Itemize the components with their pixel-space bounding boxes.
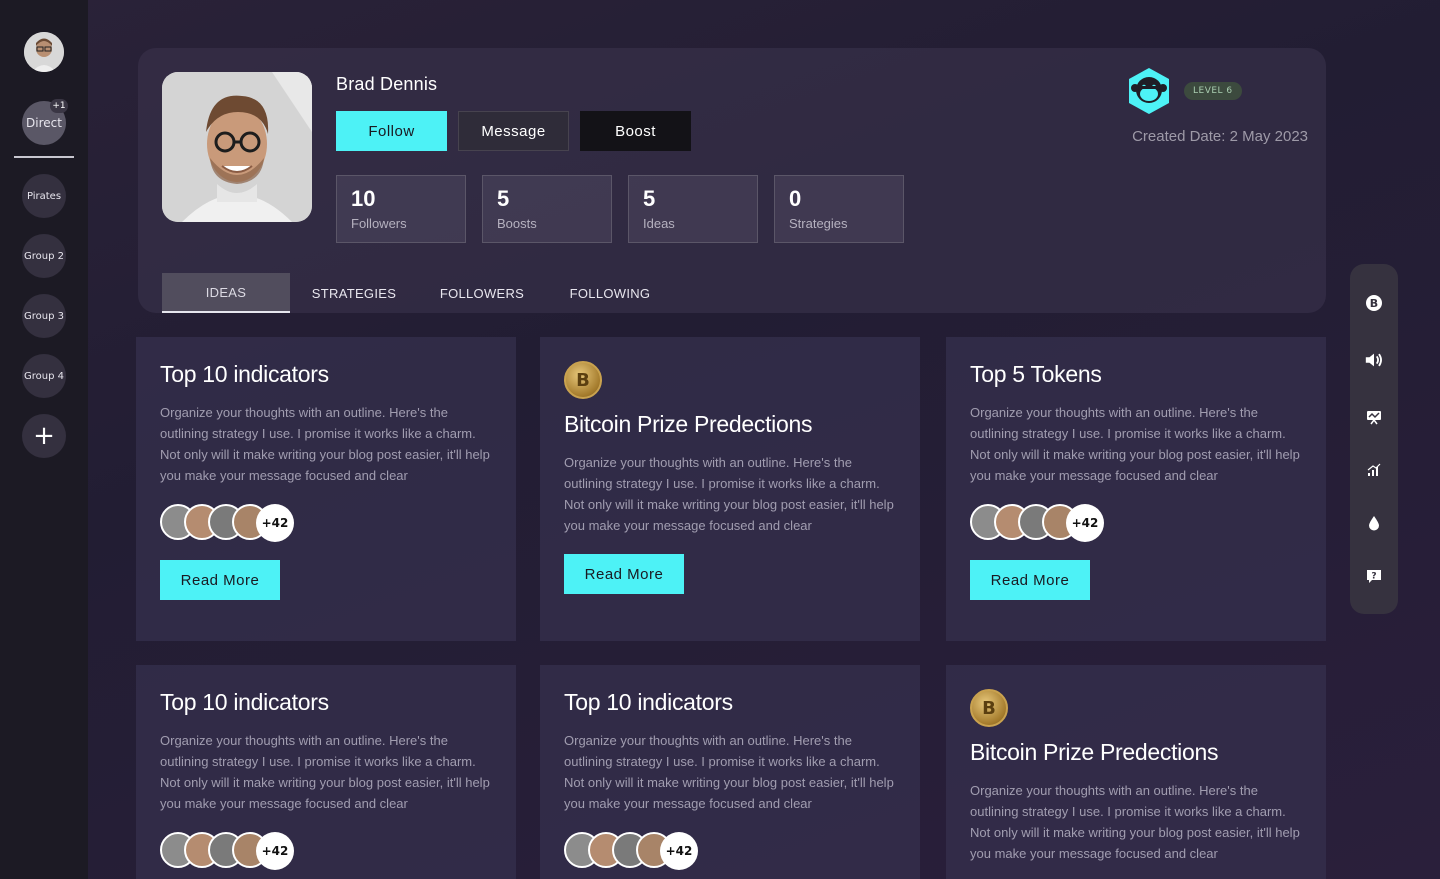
direct-label: Direct (26, 116, 62, 130)
stat-ideas-count: 5 (643, 186, 656, 211)
idea-card: Top 5 Tokens Organize your thoughts with… (946, 337, 1326, 641)
stat-strategies-label: Strategies (789, 216, 848, 231)
profile-tabs: IDEAS STRATEGIES FOLLOWERS FOLLOWING (162, 273, 674, 313)
sidebar-group-4[interactable]: Group 4 (22, 354, 66, 398)
read-more-button[interactable]: Read More (970, 560, 1090, 600)
card-title: Top 10 indicators (564, 689, 733, 715)
more-avatars-count: +42 (256, 504, 294, 542)
idea-card: Top 10 indicators Organize your thoughts… (540, 665, 920, 879)
svg-text:B: B (1370, 297, 1378, 310)
tab-ideas[interactable]: IDEAS (162, 273, 290, 313)
idea-card: B Bitcoin Prize Predections Organize you… (946, 665, 1326, 879)
stat-strategies[interactable]: 0 Strategies (774, 175, 904, 243)
more-avatars-count: +42 (256, 832, 294, 870)
tab-followers[interactable]: FOLLOWERS (418, 273, 546, 313)
more-avatars-count: +42 (1066, 504, 1104, 542)
message-button[interactable]: Message (458, 111, 569, 151)
speaker-icon[interactable] (1364, 350, 1384, 370)
stat-boosts-label: Boosts (497, 216, 537, 231)
card-body: Organize your thoughts with an outline. … (970, 405, 1300, 483)
stat-boosts-count: 5 (497, 186, 510, 211)
card-body: Organize your thoughts with an outline. … (160, 733, 490, 811)
right-toolbar: B ? (1350, 264, 1398, 614)
signal-bars-icon[interactable] (1364, 460, 1384, 480)
card-title: Top 10 indicators (160, 689, 329, 715)
stat-ideas[interactable]: 5 Ideas (628, 175, 758, 243)
card-body: Organize your thoughts with an outline. … (160, 405, 490, 483)
idea-card: B Bitcoin Prize Predections Organize you… (540, 337, 920, 641)
follower-avatars: +42 (970, 504, 1302, 542)
add-group-button[interactable]: + (22, 414, 66, 458)
stat-ideas-label: Ideas (643, 216, 675, 231)
profile-name: Brad Dennis (336, 74, 438, 94)
direct-messages-button[interactable]: Direct +1 (22, 99, 68, 145)
card-title: Top 10 indicators (160, 361, 329, 387)
profile-card: Brad Dennis Follow Message Boost 10 Foll… (138, 48, 1326, 313)
bitcoin-icon: B (564, 361, 602, 399)
profile-stats: 10 Followers 5 Boosts 5 Ideas 0 Strategi… (336, 175, 904, 243)
stat-followers[interactable]: 10 Followers (336, 175, 466, 243)
stat-boosts[interactable]: 5 Boosts (482, 175, 612, 243)
drop-icon[interactable] (1364, 513, 1384, 533)
left-sidebar: Direct +1 Pirates Group 2 Group 3 Group … (0, 0, 88, 879)
boost-button[interactable]: Boost (580, 111, 691, 151)
profile-actions: Follow Message Boost (336, 111, 691, 151)
bitcoin-icon: B (970, 689, 1008, 727)
card-title: Bitcoin Prize Predections (970, 739, 1219, 765)
direct-count-badge: +1 (50, 99, 68, 113)
stat-followers-label: Followers (351, 216, 407, 231)
created-date: Created Date: 2 May 2023 (1132, 128, 1308, 145)
card-body: Organize your thoughts with an outline. … (564, 733, 894, 811)
sidebar-group-pirates[interactable]: Pirates (22, 174, 66, 218)
monkey-level-icon (1124, 66, 1174, 116)
tab-following[interactable]: FOLLOWING (546, 273, 674, 313)
card-title: Bitcoin Prize Predections (564, 411, 813, 437)
read-more-button[interactable]: Read More (564, 554, 684, 594)
more-avatars-count: +42 (660, 832, 698, 870)
card-body: Organize your thoughts with an outline. … (970, 783, 1300, 861)
svg-text:?: ? (1371, 572, 1376, 582)
sidebar-divider (14, 156, 74, 158)
sidebar-group-2[interactable]: Group 2 (22, 234, 66, 278)
help-chat-icon[interactable]: ? (1364, 566, 1384, 586)
follower-avatars: +42 (160, 832, 492, 870)
tab-strategies[interactable]: STRATEGIES (290, 273, 418, 313)
card-title: Top 5 Tokens (970, 361, 1102, 387)
user-avatar[interactable] (24, 32, 64, 72)
idea-card: Top 10 indicators Organize your thoughts… (136, 337, 516, 641)
card-body: Organize your thoughts with an outline. … (564, 455, 894, 533)
sidebar-group-3[interactable]: Group 3 (22, 294, 66, 338)
chart-board-icon[interactable] (1364, 407, 1384, 427)
read-more-button[interactable]: Read More (160, 560, 280, 600)
stat-followers-count: 10 (351, 186, 376, 211)
follower-avatars: +42 (564, 832, 896, 870)
profile-photo (162, 72, 312, 222)
idea-card: Top 10 indicators Organize your thoughts… (136, 665, 516, 879)
follower-avatars: +42 (160, 504, 492, 542)
level-badge: LEVEL 6 (1184, 82, 1242, 100)
stat-strategies-count: 0 (789, 186, 802, 211)
bitcoin-icon[interactable]: B (1364, 293, 1384, 313)
follow-button[interactable]: Follow (336, 111, 447, 151)
